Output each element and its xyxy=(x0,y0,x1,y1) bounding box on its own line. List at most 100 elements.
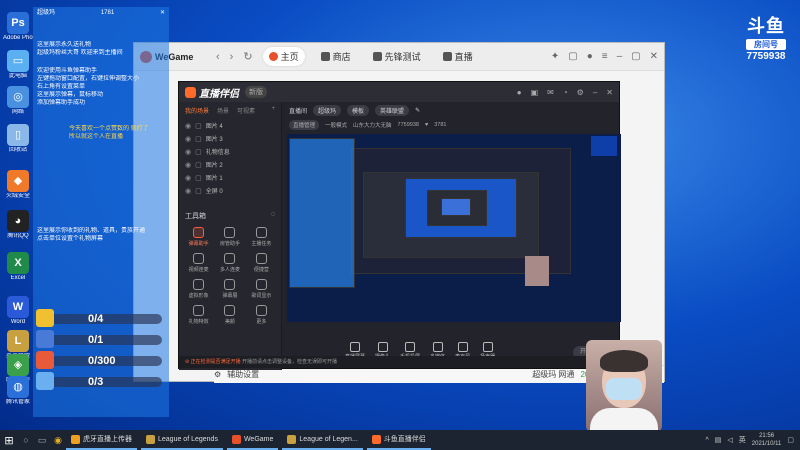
close-icon[interactable]: ✕ xyxy=(160,9,165,17)
wegame-tab[interactable]: 直播 xyxy=(437,47,479,66)
counter-label: 0/4 xyxy=(88,313,104,325)
lock-icon[interactable]: ▢ xyxy=(195,161,202,169)
task-view-icon[interactable]: ▭ xyxy=(34,435,50,446)
clock[interactable]: 21:56 2021/10/11 xyxy=(752,432,782,448)
avatar[interactable]: ● xyxy=(517,88,522,97)
eye-icon[interactable]: ◉ xyxy=(185,148,191,156)
close-icon[interactable]: ✕ xyxy=(606,88,613,97)
close-icon[interactable]: ✕ xyxy=(650,51,658,62)
toolbox-item[interactable]: 弹幕展 xyxy=(214,279,245,299)
chat-icon[interactable]: ▢ xyxy=(568,51,577,62)
minimize-icon[interactable]: – xyxy=(593,88,597,97)
taskbar-app[interactable]: 虎牙直播上传器 xyxy=(66,430,137,450)
chevron-up-icon[interactable]: ^ xyxy=(705,437,708,444)
notification-icon[interactable]: ▢ xyxy=(787,436,794,444)
desktop-icon[interactable]: W Word xyxy=(3,296,33,326)
desktop-icon[interactable]: ◍ 腾讯管家 xyxy=(3,376,33,406)
toolbox-item[interactable]: 礼物特效 xyxy=(183,305,214,325)
overlay-message: 添加弹幕助手成功 xyxy=(37,100,86,106)
wegame-tab[interactable]: 商店 xyxy=(315,47,357,66)
bell-icon[interactable]: ◔ xyxy=(563,88,568,97)
volume-icon[interactable]: ◁ xyxy=(727,436,732,444)
lock-icon[interactable]: ▢ xyxy=(195,122,202,130)
lock-icon[interactable]: ▢ xyxy=(195,148,202,156)
room-name-pill[interactable]: 超级玛 xyxy=(313,104,342,116)
desktop-icon[interactable]: ▯ 回收站 xyxy=(3,124,33,154)
wegame-tab[interactable]: 主页 xyxy=(262,47,305,66)
network-icon[interactable]: ▤ xyxy=(715,436,722,444)
scene-item[interactable]: ◉ ▢ 图片 3 xyxy=(179,132,281,145)
douyu-room-badge: 斗鱼 房间号 7759938 xyxy=(738,12,794,62)
scene-item[interactable]: ◉ ▢ 全屏 0 xyxy=(179,184,281,197)
scene-item[interactable]: ◉ ▢ 图片 1 xyxy=(179,171,281,184)
input-method[interactable]: 英 xyxy=(739,435,746,445)
lock-icon[interactable]: ▢ xyxy=(195,174,202,182)
wegame-tab[interactable]: 先锋测试 xyxy=(367,47,427,66)
overlay-hint-line: 这里展示你收到的礼物、道具，贵族开通 xyxy=(37,228,146,234)
toolbox-item[interactable]: 更多 xyxy=(246,305,277,325)
toolbox-item[interactable]: 虚拟形象 xyxy=(183,279,214,299)
message-icon[interactable]: ✉ xyxy=(547,88,554,97)
taskbar-app[interactable]: League of Legen... xyxy=(282,430,363,450)
windows-start-icon[interactable]: ⊞ xyxy=(0,434,18,447)
back-icon[interactable]: ‹ xyxy=(216,51,220,63)
desktop-icon[interactable]: PsAdobe Photo xyxy=(3,12,33,42)
scene-item[interactable]: ◉ ▢ 图片 2 xyxy=(179,158,281,171)
desktop-icon[interactable]: ◆ 火绒安全 xyxy=(3,170,33,200)
scene-tab[interactable]: 可视素 xyxy=(237,106,255,115)
desktop-icon[interactable]: X Excel xyxy=(3,252,33,282)
lock-icon[interactable]: ▢ xyxy=(195,187,202,195)
eye-icon[interactable]: ◉ xyxy=(185,161,191,169)
toolbox-item[interactable]: 视频连麦 xyxy=(183,253,214,273)
toolbox-item[interactable]: 主播任务 xyxy=(246,227,277,247)
skin-icon[interactable]: ▣ xyxy=(531,88,539,97)
app-icon xyxy=(371,434,381,444)
maximize-icon[interactable]: ▢ xyxy=(631,51,640,62)
desktop-icon[interactable]: ◕ 腾讯QQ xyxy=(3,210,33,240)
scene-item[interactable]: ◉ ▢ 图片 4 xyxy=(179,119,281,132)
category-pill[interactable]: 模板 xyxy=(347,104,370,116)
chrome-icon[interactable]: ◉ xyxy=(50,435,66,446)
desktop-icon-label: 腾讯QQ xyxy=(7,233,29,239)
game-title-pill[interactable]: 英雄联盟 xyxy=(375,104,410,116)
tool-icon xyxy=(255,227,267,238)
lock-icon[interactable]: ▢ xyxy=(195,135,202,143)
menu-icon[interactable]: ≡ xyxy=(602,51,608,62)
companion-titlebar: 直播伴侣 新版 ● ▣ ✉ ◔ ⚙ – ✕ xyxy=(179,82,619,102)
scene-tab[interactable]: 场景 xyxy=(217,106,229,115)
counter-label: 0/300 xyxy=(88,355,116,367)
settings-icon[interactable]: ⚙ xyxy=(577,88,584,97)
toolbox-item[interactable]: 房管助手 xyxy=(214,227,245,247)
eye-icon[interactable]: ◉ xyxy=(185,122,191,130)
eye-icon[interactable]: ◉ xyxy=(185,174,191,182)
eye-icon[interactable]: ◉ xyxy=(185,135,191,143)
scene-tab[interactable]: 我的场景 xyxy=(185,106,209,115)
gift-counter: 0/4 xyxy=(36,309,164,327)
webcam-feed xyxy=(586,340,662,432)
taskbar-app[interactable]: League of Legends xyxy=(141,430,223,450)
toolbox-expand-icon[interactable]: ◌ xyxy=(271,211,275,221)
edit-icon[interactable]: ✎ xyxy=(415,107,420,114)
toolbox-item[interactable]: 多人连麦 xyxy=(214,253,245,273)
stream-preview[interactable] xyxy=(287,134,621,322)
forward-icon[interactable]: › xyxy=(230,51,234,63)
scene-item[interactable]: ◉ ▢ 礼物信息 xyxy=(179,145,281,158)
add-scene-icon[interactable]: + xyxy=(271,106,275,115)
minimize-icon[interactable]: – xyxy=(617,51,623,62)
refresh-icon[interactable]: ↻ xyxy=(243,50,252,63)
search-icon[interactable]: ○ xyxy=(18,435,34,445)
eye-icon[interactable]: ◉ xyxy=(185,187,191,195)
companion-status-bar: ⊘ 正在检测是否满足开播 开播前请点击调整设备，检查无误即可开播 xyxy=(179,356,619,368)
toolbox-item[interactable]: 歌词显示 xyxy=(246,279,277,299)
toolbox-item[interactable]: 弹幕助手 xyxy=(183,227,214,247)
desktop-icon[interactable]: ◎ 网络 xyxy=(3,86,33,116)
assist-settings-link[interactable]: 辅助设置 xyxy=(227,369,259,380)
avatar[interactable]: ● xyxy=(587,51,593,62)
taskbar-app[interactable]: 斗鱼直播伴侣 xyxy=(366,430,431,450)
desktop-icon[interactable]: ▭ 此电脑 xyxy=(3,50,33,80)
puzzle-icon[interactable]: ✦ xyxy=(551,51,559,62)
settings-icon[interactable]: ⚙ xyxy=(214,370,221,379)
toolbox-item[interactable]: 美颜 xyxy=(214,305,245,325)
toolbox-item[interactable]: 便捷营 xyxy=(246,253,277,273)
taskbar-app[interactable]: WeGame xyxy=(226,430,279,450)
